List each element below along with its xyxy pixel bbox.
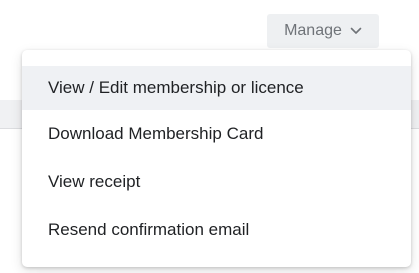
menu-item-label: Download Membership Card	[48, 124, 264, 143]
menu-item-view-receipt[interactable]: View receipt	[22, 160, 411, 204]
menu-item-label: View receipt	[48, 172, 141, 191]
menu-item-view-edit-membership[interactable]: View / Edit membership or licence	[22, 66, 411, 110]
manage-button[interactable]: Manage	[267, 14, 379, 48]
manage-dropdown-menu: View / Edit membership or licence Downlo…	[22, 50, 411, 267]
menu-item-label: Resend confirmation email	[48, 220, 250, 239]
manage-label: Manage	[284, 22, 342, 39]
menu-item-resend-confirmation-email[interactable]: Resend confirmation email	[22, 208, 411, 252]
chevron-down-icon	[350, 27, 362, 34]
menu-item-download-membership-card[interactable]: Download Membership Card	[22, 112, 411, 156]
menu-item-label: View / Edit membership or licence	[48, 78, 304, 97]
